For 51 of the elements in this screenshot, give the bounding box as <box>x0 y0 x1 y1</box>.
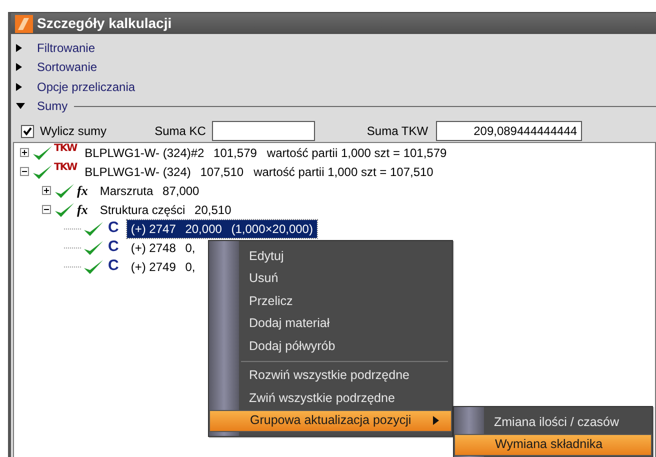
menu-item[interactable]: Przelicz <box>209 290 452 312</box>
function-icon: fx <box>77 180 88 200</box>
menu-item[interactable]: Wymiana składnika <box>454 434 652 456</box>
field-label: Suma KC <box>154 123 206 140</box>
menu-item[interactable]: Zwiń wszystkie podrzędne <box>209 387 452 410</box>
function-icon: fx <box>77 200 88 220</box>
tkw-icon: TKW <box>54 162 77 173</box>
section-header[interactable]: Sortowanie <box>37 58 98 76</box>
tkw-icon: TKW <box>54 143 77 154</box>
suma-tkw-field[interactable]: 209,089444444444 <box>436 121 582 141</box>
menu-item[interactable]: Edytuj <box>209 245 452 268</box>
node-label[interactable]: Struktura części 20,510 <box>96 200 236 218</box>
node-label[interactable]: (+) 2748 0, <box>126 238 200 256</box>
field-label: Suma TKW <box>366 123 428 140</box>
node-label[interactable]: (+) 2747 20,000 (1,000×20,000) <box>126 220 317 238</box>
node-detail: wartość partii 1,000 szt = 101,579 <box>266 144 447 162</box>
menu-item[interactable]: Dodaj półwyrób <box>209 335 452 358</box>
check-icon <box>82 258 104 274</box>
menu-item[interactable]: Zmiana ilości / czasów <box>454 411 652 434</box>
check-icon <box>53 182 75 198</box>
window-title: Szczegóły kalkulacji <box>37 14 172 33</box>
suma-kc-field[interactable] <box>212 121 315 141</box>
menu-item[interactable]: Usuń <box>209 268 452 290</box>
collapse-arrow-icon[interactable] <box>15 102 27 110</box>
node-label[interactable]: (+) 2749 0, <box>126 258 200 276</box>
checkbox[interactable] <box>21 124 34 138</box>
node-label[interactable]: Marszruta 87,000 <box>96 182 204 200</box>
check-icon <box>82 220 104 236</box>
node-label[interactable]: BLPLWG1-W- (324)#2 101,579 <box>80 144 261 162</box>
node-detail: wartość partii 1,000 szt = 107,510 <box>254 164 434 180</box>
menu-item[interactable]: Grupowa aktualizacja pozycji <box>209 410 452 432</box>
check-icon <box>53 202 75 218</box>
section-header[interactable]: Opcje przeliczania <box>37 78 136 96</box>
menu-item[interactable]: Rozwiń wszystkie podrzędne <box>209 364 452 387</box>
collapse-icon[interactable] <box>20 167 29 176</box>
tree-line <box>64 246 82 248</box>
submenu-arrow-icon <box>433 416 439 426</box>
check-icon <box>82 240 104 256</box>
tree-line <box>64 228 82 230</box>
section-header[interactable]: Filtrowanie <box>37 38 96 57</box>
tree-line <box>64 266 82 268</box>
checkbox-label: Wylicz sumy <box>40 123 107 140</box>
node-label[interactable]: BLPLWG1-W- (324) 107,510 <box>80 162 248 180</box>
check-icon <box>31 164 53 180</box>
collapse-icon[interactable] <box>42 205 51 214</box>
check-icon <box>31 144 53 160</box>
menu-item[interactable]: Dodaj materiał <box>209 312 452 335</box>
expand-icon[interactable] <box>42 186 51 195</box>
section-header[interactable]: Sumy <box>37 97 68 116</box>
expand-icon[interactable] <box>20 148 29 157</box>
app-icon <box>15 14 33 32</box>
